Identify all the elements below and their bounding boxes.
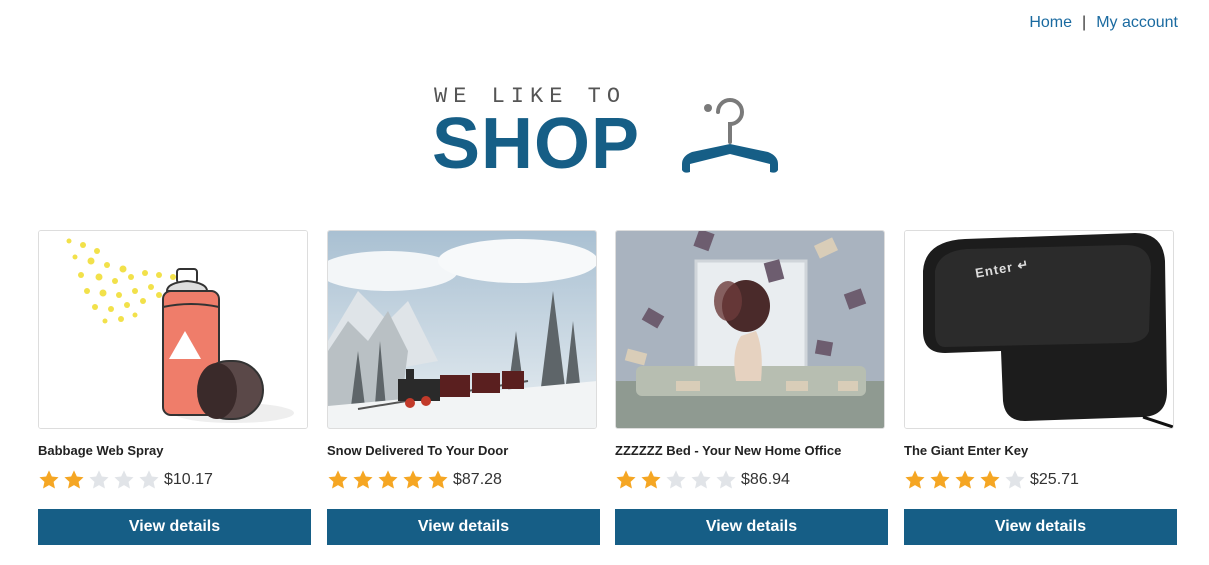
logo-wordmark: SHOP <box>432 104 641 184</box>
view-details-button[interactable]: View details <box>38 509 311 545</box>
product-meta: $25.71 <box>904 467 1178 493</box>
view-details-button[interactable]: View details <box>904 509 1177 545</box>
my-account-link[interactable]: My account <box>1096 14 1178 32</box>
enter-key-image <box>905 231 1173 428</box>
snow-train-image <box>328 231 596 428</box>
product-name: The Giant Enter Key <box>904 443 1029 458</box>
product-image[interactable] <box>615 230 885 429</box>
spray-can-image <box>39 231 307 428</box>
nav-separator: | <box>1082 14 1087 31</box>
star-filled-icon <box>905 470 925 489</box>
star-empty-icon <box>114 470 134 489</box>
view-details-button[interactable]: View details <box>615 509 888 545</box>
star-empty-icon <box>716 470 736 489</box>
product-price: $25.71 <box>1030 471 1079 488</box>
product-name: ZZZZZZ Bed - Your New Home Office <box>615 443 842 458</box>
star-empty-icon <box>1005 470 1025 489</box>
product-name: Babbage Web Spray <box>38 443 164 458</box>
rating-stars <box>38 469 160 491</box>
product-meta: $87.28 <box>327 467 601 493</box>
product-grid: Babbage Web Spray $10.17 View details Sn… <box>38 230 1178 545</box>
star-filled-icon <box>403 470 423 489</box>
product-card: Enter ↵ The Giant Enter Key $25.71 View … <box>904 230 1178 545</box>
home-link[interactable]: Home <box>1029 14 1072 32</box>
star-filled-icon <box>428 470 448 489</box>
star-filled-icon <box>328 470 348 489</box>
product-card: Babbage Web Spray $10.17 View details <box>38 230 312 545</box>
product-name: Snow Delivered To Your Door <box>327 443 509 458</box>
star-filled-icon <box>930 470 950 489</box>
view-details-button[interactable]: View details <box>327 509 600 545</box>
star-filled-icon <box>353 470 373 489</box>
product-image[interactable] <box>327 230 597 429</box>
star-filled-icon <box>980 470 1000 489</box>
product-card: Snow Delivered To Your Door $87.28 View … <box>327 230 601 545</box>
star-filled-icon <box>955 470 975 489</box>
star-empty-icon <box>666 470 686 489</box>
star-filled-icon <box>641 470 661 489</box>
star-filled-icon <box>64 470 84 489</box>
star-filled-icon <box>616 470 636 489</box>
star-filled-icon <box>39 470 59 489</box>
product-card: ZZZZZZ Bed - Your New Home Office $86.94… <box>615 230 889 545</box>
rating-stars <box>327 469 449 491</box>
star-empty-icon <box>89 470 109 489</box>
star-empty-icon <box>139 470 159 489</box>
top-nav: Home | My account <box>1029 14 1178 32</box>
product-price: $86.94 <box>741 471 790 488</box>
star-empty-icon <box>691 470 711 489</box>
product-meta: $10.17 <box>38 467 312 493</box>
shop-page: Home | My account WE LIKE TO SHOP Babbag… <box>0 0 1209 565</box>
product-image[interactable]: Enter ↵ <box>904 230 1174 429</box>
product-meta: $86.94 <box>615 467 889 493</box>
product-price: $87.28 <box>453 471 502 488</box>
shop-logo[interactable]: WE LIKE TO SHOP <box>432 82 792 182</box>
rating-stars <box>615 469 737 491</box>
product-price: $10.17 <box>164 471 213 488</box>
rating-stars <box>904 469 1026 491</box>
bed-books-image <box>616 231 884 428</box>
product-image[interactable] <box>38 230 308 429</box>
star-filled-icon <box>378 470 398 489</box>
hanger-icon <box>682 98 778 173</box>
